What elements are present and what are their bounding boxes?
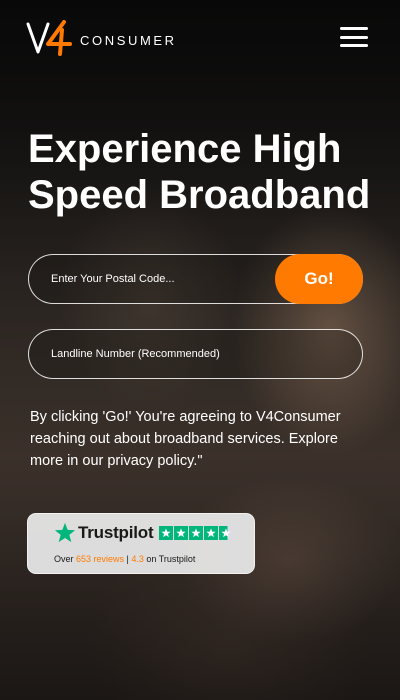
hero-title: Experience High Speed Broadband (28, 127, 371, 217)
site-header: CONSUMER (0, 0, 400, 80)
landline-field (28, 329, 363, 379)
landline-input[interactable] (51, 330, 351, 378)
brand-logo[interactable]: CONSUMER (26, 20, 177, 56)
v4-logo-mark (26, 20, 72, 56)
brand-wordmark: CONSUMER (80, 32, 177, 48)
hamburger-menu-icon[interactable] (340, 27, 368, 47)
star-icon (189, 526, 204, 540)
postal-code-input[interactable] (51, 255, 281, 303)
star-icon (159, 526, 174, 540)
trustpilot-name: Trustpilot (78, 523, 154, 542)
trustpilot-suffix: on Trustpilot (143, 554, 196, 564)
trustpilot-prefix: Over (54, 554, 77, 564)
trustpilot-rating-stars (159, 526, 234, 540)
consent-text: By clicking 'Go!' You're agreeing to V4C… (30, 409, 341, 469)
trustpilot-review-count: 653 reviews (76, 554, 125, 564)
go-button[interactable]: Go! (275, 254, 363, 304)
postal-code-field: Go! (28, 254, 363, 304)
trustpilot-score: 4.3 (131, 554, 144, 564)
star-icon (174, 526, 189, 540)
half-star-icon (219, 526, 234, 540)
trustpilot-star-icon (54, 522, 76, 543)
trustpilot-summary: Over 653 reviews | 4.3 on Trustpilot (54, 554, 195, 564)
star-icon (204, 526, 219, 540)
trustpilot-badge[interactable]: Trustpilot Over 653 reviews | 4.3 on Tru… (27, 513, 255, 574)
